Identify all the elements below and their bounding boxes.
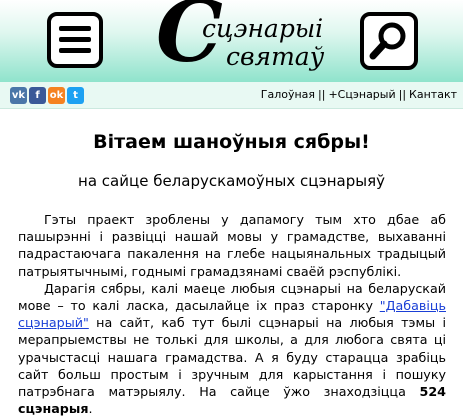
nav-home-link[interactable]: Галоўная xyxy=(261,88,315,101)
nav-separator: || xyxy=(398,88,407,101)
menu-icon-bar xyxy=(59,26,91,31)
intro-paragraph-2: Дарагія сябры, калі маеце любыя сцэнарыі… xyxy=(18,280,446,417)
site-logo[interactable]: С сцэнарыі святаў xyxy=(154,0,324,80)
vk-icon[interactable]: vk xyxy=(10,87,27,104)
nav-contact-link[interactable]: Кантакт xyxy=(409,88,457,101)
search-button[interactable] xyxy=(360,12,418,70)
nav-add-scenario-link[interactable]: +Сцэнарый xyxy=(328,88,395,101)
intro-paragraph-1: Гэты праект зроблены у дапамогу тым хто … xyxy=(18,212,446,279)
social-links: vk f ok t xyxy=(10,87,84,104)
intro-text: Гэты праект зроблены у дапамогу тым хто … xyxy=(18,211,446,417)
logo-line-2: святаў xyxy=(226,42,325,71)
page-subtitle: на сайце беларускамоўных сцэнарыяў xyxy=(78,172,385,190)
top-navbar: vk f ok t Галоўная || +Сцэнарый || Кантакт xyxy=(0,82,463,109)
scenario-count-unit: сцэнарыя xyxy=(18,401,89,417)
facebook-icon[interactable]: f xyxy=(29,87,46,104)
scenario-count: 524 xyxy=(419,384,446,400)
menu-button[interactable] xyxy=(47,12,103,68)
odnoklassniki-icon[interactable]: ok xyxy=(48,87,65,104)
menu-icon-bar xyxy=(59,48,91,53)
menu-icon-bar xyxy=(59,37,91,42)
search-icon xyxy=(369,22,406,60)
logo-line-1: сцэнарыі xyxy=(202,14,324,43)
site-header: С сцэнарыі святаў xyxy=(0,0,463,82)
page-title: Вітаем шаноўныя сябры! xyxy=(93,131,370,153)
twitter-icon[interactable]: t xyxy=(67,87,84,104)
main-nav: Галоўная || +Сцэнарый || Кантакт xyxy=(261,88,457,101)
nav-separator: || xyxy=(318,88,326,101)
